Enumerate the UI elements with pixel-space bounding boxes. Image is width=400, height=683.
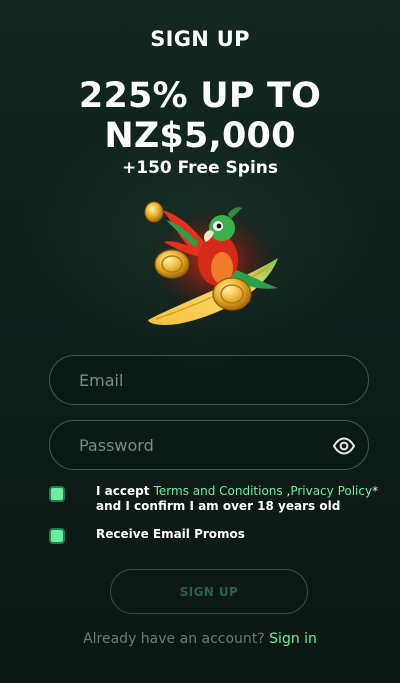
signin-prompt-text: Already have an account?	[83, 631, 265, 647]
bonus-headline-line2: NZ$5,000	[104, 116, 296, 156]
parrot-surfboard-illustration	[143, 201, 283, 325]
email-input[interactable]	[79, 370, 319, 390]
free-spins-text: +150 Free Spins	[122, 158, 278, 178]
password-field[interactable]	[49, 420, 369, 470]
email-promos-label: Receive Email Promos	[96, 527, 245, 541]
password-input[interactable]	[79, 435, 319, 455]
terms-agreement-text: I accept Terms and Conditions ,Privacy P…	[96, 484, 386, 514]
privacy-policy-link[interactable]: Privacy Policy	[290, 484, 372, 498]
required-asterisk: *	[372, 484, 379, 498]
signup-page: SIGN UP 225% UP TO NZ$5,000 +150 Free Sp…	[0, 0, 400, 683]
page-title: SIGN UP	[150, 27, 250, 51]
age-confirmation-text: and I confirm I am over 18 years old	[96, 499, 341, 513]
email-promos-checkbox[interactable]	[49, 528, 65, 544]
terms-prefix: I accept	[96, 484, 154, 498]
eye-icon[interactable]	[332, 434, 356, 458]
bonus-headline-line1: 225% UP TO	[78, 76, 322, 116]
signin-prompt: Already have an account? Sign in	[0, 631, 400, 647]
signup-submit-button[interactable]: SIGN UP	[110, 569, 308, 614]
terms-link[interactable]: Terms and Conditions	[154, 484, 283, 498]
email-field[interactable]	[49, 355, 369, 405]
terms-checkbox[interactable]	[49, 486, 65, 502]
signin-link[interactable]: Sign in	[269, 631, 317, 647]
